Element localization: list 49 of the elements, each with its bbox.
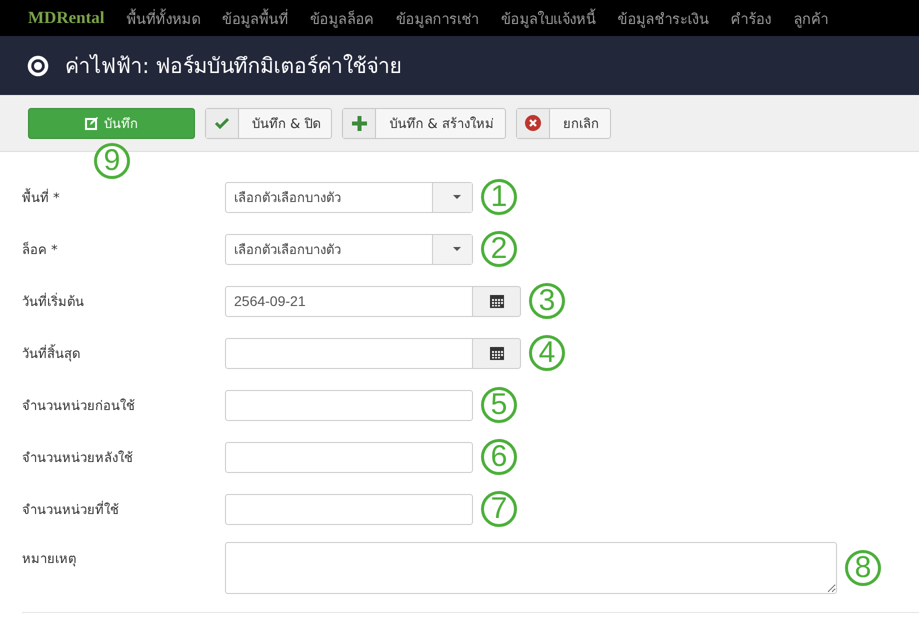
callout-number: 9 xyxy=(94,143,130,179)
text-area[interactable] xyxy=(225,542,837,594)
field-label: จำนวนหน่วยหลังใช้ xyxy=(22,450,134,468)
caret-icon xyxy=(452,195,460,199)
field-label: หมายเหตุ xyxy=(22,551,77,569)
select-dropdown[interactable]: เลือกตัวเลือกบางตัว xyxy=(225,234,473,264)
callout-number: 3 xyxy=(529,283,565,319)
field-label: จำนวนหน่วยที่ใช้ xyxy=(22,500,120,520)
calendar-icon xyxy=(490,346,504,360)
date-field[interactable] xyxy=(225,338,473,368)
nav-link[interactable]: คำร้อง xyxy=(730,6,772,30)
save-new-button[interactable]: บันทึก & สร้างใหม่ xyxy=(342,108,506,138)
calendar-button[interactable] xyxy=(473,338,521,368)
page-title: ค่าไฟฟ้า: ฟอร์มบันทึกมิเตอร์ค่าใช้จ่าย xyxy=(65,53,402,80)
callout-number: 6 xyxy=(481,439,517,475)
callout-number: 4 xyxy=(529,335,565,371)
brand-logo[interactable]: MDRental xyxy=(28,8,104,28)
callout-number: 2 xyxy=(481,231,517,267)
check-icon xyxy=(215,117,229,129)
target-icon xyxy=(27,54,49,76)
nav-link[interactable]: ข้อมูลใบแจ้งหนี้ xyxy=(500,6,596,30)
input-field[interactable] xyxy=(225,442,473,472)
caret-icon xyxy=(452,247,460,251)
plus-icon xyxy=(352,116,367,130)
edit-icon xyxy=(85,116,98,130)
nav-link[interactable]: ข้อมูลชำระเงิน xyxy=(618,6,709,30)
field-label: ล็อค * xyxy=(22,240,59,260)
callout-number: 5 xyxy=(481,387,517,423)
callout-number: 1 xyxy=(481,179,517,215)
nav-link[interactable]: ลูกค้า xyxy=(793,6,828,30)
nav-link[interactable]: พื้นที่ทั้งหมด xyxy=(126,6,200,30)
date-field[interactable]: 2564-09-21 xyxy=(225,286,473,316)
field-label: พื้นที่ * xyxy=(22,186,225,208)
nav-link[interactable]: ข้อมูลล็อค xyxy=(310,6,374,30)
field-label: จำนวนหน่วยก่อนใช้ xyxy=(22,398,136,416)
calendar-button[interactable] xyxy=(473,286,521,316)
field-label: วันที่เริ่มต้น xyxy=(22,292,85,312)
nav-link[interactable]: ข้อมูลพื้นที่ xyxy=(222,6,288,30)
nav-link[interactable]: ข้อมูลการเช่า xyxy=(396,6,479,30)
calendar-icon xyxy=(490,294,504,308)
callout-number: 8 xyxy=(845,550,881,586)
select-dropdown[interactable]: เลือกตัวเลือกบางตัว xyxy=(225,182,473,212)
field-label: วันที่สิ้นสุด xyxy=(22,342,225,364)
close-icon xyxy=(524,115,541,131)
input-field[interactable] xyxy=(225,390,473,420)
save-close-button[interactable]: บันทึก & ปิด xyxy=(205,108,332,138)
callout-number: 7 xyxy=(481,491,517,527)
cancel-button[interactable]: ยกเลิก xyxy=(516,108,611,138)
input-field[interactable] xyxy=(225,494,473,524)
